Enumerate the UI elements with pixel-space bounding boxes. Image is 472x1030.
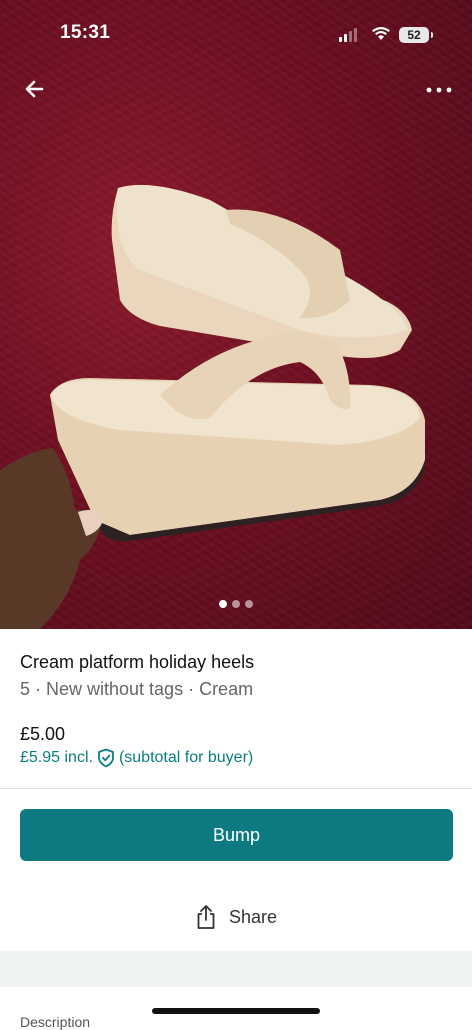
share-label: Share [228,906,278,927]
status-bar: 15:31 52 [0,0,472,60]
product-photo[interactable] [0,0,472,629]
wifi-icon [372,27,390,40]
sandals-illustration [0,184,425,629]
section-separator [0,951,472,987]
divider [0,788,472,789]
carousel-dot-2[interactable] [232,600,240,608]
carousel-dot-3[interactable] [245,600,253,608]
item-title: Cream platform holiday heels [20,652,255,672]
status-time: 15:31 [60,22,111,43]
shield-check-icon[interactable] [97,748,115,768]
carousel-indicator[interactable] [0,600,472,608]
buyer-price[interactable]: £5.95 incl. [20,749,93,767]
bump-button[interactable]: Bump [20,809,453,861]
buyer-price-row[interactable]: £5.95 incl. (subtotal for buyer) [20,748,253,768]
description-heading: Description [20,1014,91,1030]
item-price: £5.00 [20,724,66,744]
carousel-dot-1[interactable] [219,600,227,608]
cellular-signal-icon [339,28,357,42]
more-options-icon[interactable] [424,80,454,100]
battery-tip [431,32,433,38]
share-button[interactable]: Share [0,894,472,940]
battery-indicator: 52 [399,27,429,43]
back-arrow-icon[interactable] [20,74,50,104]
item-details: 5 · New without tags · Cream [20,679,254,699]
share-icon [197,905,215,929]
home-indicator[interactable] [152,1008,320,1014]
buyer-note[interactable]: (subtotal for buyer) [119,749,253,767]
